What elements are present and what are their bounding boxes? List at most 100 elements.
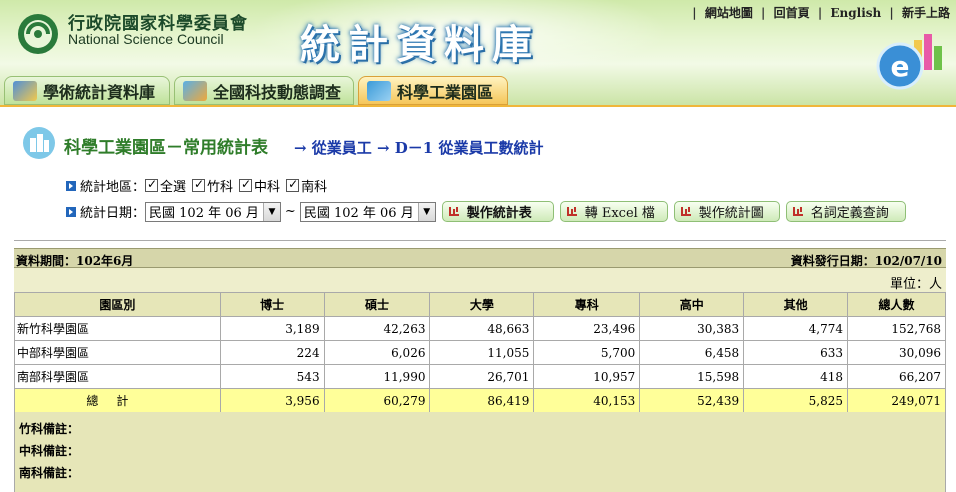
glossary-button[interactable]: 名詞定義查詢 [785,201,906,222]
link-separator: | [889,6,894,20]
column-header: 博士 [219,292,325,317]
column-header: 其他 [743,292,849,317]
issue-date: 資料發行日期：102/07/10 [790,254,942,268]
button-label: 轉 Excel 檔 [584,206,655,221]
table-cell: 543 [219,364,325,389]
table-cell: 42,263 [323,316,431,341]
table-cell: 26,701 [429,364,535,389]
top-links: | 網站地圖 | 回首頁 | English | 新手上路 [688,4,950,21]
table-cell: 3,189 [219,316,325,341]
checkbox-label: 南科 [301,180,328,195]
chart-button-icon [680,207,691,216]
tab-label: 全國科技動態調查 [213,82,342,102]
table-cell: 48,663 [429,316,535,341]
english-link[interactable]: English [830,6,881,20]
tab-national-survey[interactable]: 全國科技動態調查 [174,76,354,105]
checkbox-select-all[interactable]: 全選 [145,176,186,195]
tab-academic-statistics[interactable]: 學術統計資料庫 [4,76,170,105]
table-row: 新竹科學園區 3,189 42,263 48,663 23,496 30,383… [14,316,946,341]
date-range-separator: ~ [284,204,296,219]
table-cell: 30,383 [639,316,745,341]
column-header: 專科 [533,292,641,317]
remarks-section: 竹科備註： 中科備註： 南科備註： [14,412,946,492]
tab-underline [0,105,956,107]
tab-book-icon [13,80,37,101]
southern-remark: 南科備註： [19,466,80,480]
page-title: 科學工業園區－常用統計表 [64,138,268,158]
unit-label: 單位：人 [14,268,946,292]
table-row: 中部科學園區 224 6,026 11,055 5,700 6,458 633 … [14,340,946,365]
link-separator: | [692,6,697,20]
table-cell: 11,990 [323,364,431,389]
button-label: 製作統計圖 [698,206,764,221]
region-label: 統計地區： [80,180,146,195]
checkbox-icon[interactable] [286,177,300,192]
data-period: 資料期間：102年6月 [16,254,134,268]
column-header: 高中 [639,292,745,317]
table-cell: 30,096 [847,340,946,365]
dropdown-arrow-icon[interactable]: ▼ [262,202,280,221]
date-filter-row: 統計日期： 民國 102 年 06 月 ▼ ~ 民國 102 年 06 月 ▼ … [66,201,906,222]
tab-survey-icon [183,80,207,101]
table-cell: 86,419 [429,388,535,413]
table-cell: 52,439 [639,388,745,413]
make-chart-button[interactable]: 製作統計圖 [673,201,780,222]
checkbox-label: 全選 [160,180,187,195]
checkbox-hsinchu[interactable]: 竹科 [192,176,233,195]
breadcrumb: → 從業員工 → D－1 從業員工數統計 [294,139,544,157]
checkbox-icon[interactable] [145,177,159,192]
table-cell: 5,825 [743,388,849,413]
tab-park-icon [367,80,391,101]
dropdown-arrow-icon[interactable]: ▼ [417,202,435,221]
table-cell: 15,598 [639,364,745,389]
date-from-value: 民國 102 年 06 月 [149,206,259,221]
org-name-en[interactable]: National Science Council [68,31,224,47]
table-cell: 6,026 [323,340,431,365]
region-filter-row: 統計地區： 全選 竹科 中科 南科 [66,176,333,195]
sitemap-link[interactable]: 網站地圖 [705,6,753,20]
link-separator: | [817,6,823,20]
logo-mark-icon[interactable] [16,12,60,56]
hsinchu-remark: 竹科備註： [19,422,80,436]
table-cell: 40,153 [533,388,641,413]
tab-science-park[interactable]: 科學工業園區 [358,76,508,105]
checkbox-label: 竹科 [207,180,234,195]
database-title: 統計資料庫 [300,21,540,68]
date-to-select[interactable]: 民國 102 年 06 月 ▼ [299,201,436,222]
table-cell: 23,496 [533,316,641,341]
table-cell: 4,774 [743,316,849,341]
checkbox-icon[interactable] [239,177,253,192]
table-cell: 224 [219,340,325,365]
bullet-arrow-icon [66,206,76,217]
table-row: 南部科學園區 543 11,990 26,701 10,957 15,598 4… [14,364,946,389]
page-title-icon [23,127,55,159]
central-remark: 中科備註： [19,444,80,458]
row-label: 新竹科學園區 [14,316,221,341]
row-label: 中部科學園區 [14,340,221,365]
table-cell: 11,055 [429,340,535,365]
table-cell: 10,957 [533,364,641,389]
tab-label: 學術統計資料庫 [43,82,156,102]
table-header-row: 園區別 博士 碩士 大學 專科 高中 其他 總人數 [14,292,946,317]
checkbox-central[interactable]: 中科 [239,176,280,195]
table-cell: 6,458 [639,340,745,365]
table-cell: 5,700 [533,340,641,365]
checkbox-icon[interactable] [192,177,206,192]
home-link[interactable]: 回首頁 [774,6,810,20]
report-meta-bar: 資料期間：102年6月 資料發行日期：102/07/10 [14,248,946,268]
table-cell: 152,768 [847,316,946,341]
column-header: 園區別 [14,292,221,317]
date-to-value: 民國 102 年 06 月 [303,206,414,221]
main-tabs: 學術統計資料庫 全國科技動態調查 科學工業園區 [0,76,956,107]
export-excel-button[interactable]: 轉 Excel 檔 [559,201,668,222]
row-label: 南部科學園區 [14,364,221,389]
chart-button-icon [566,207,577,216]
make-table-button[interactable]: 製作統計表 [441,201,554,222]
table-cell: 249,071 [847,388,946,413]
site-header: 行政院國家科學委員會 National Science Council 統計資料… [0,0,956,107]
button-label: 製作統計表 [466,206,532,221]
date-from-select[interactable]: 民國 102 年 06 月 ▼ [145,201,281,222]
chart-button-icon [448,207,459,216]
checkbox-southern[interactable]: 南科 [286,176,327,195]
beginner-link[interactable]: 新手上路 [902,6,950,20]
